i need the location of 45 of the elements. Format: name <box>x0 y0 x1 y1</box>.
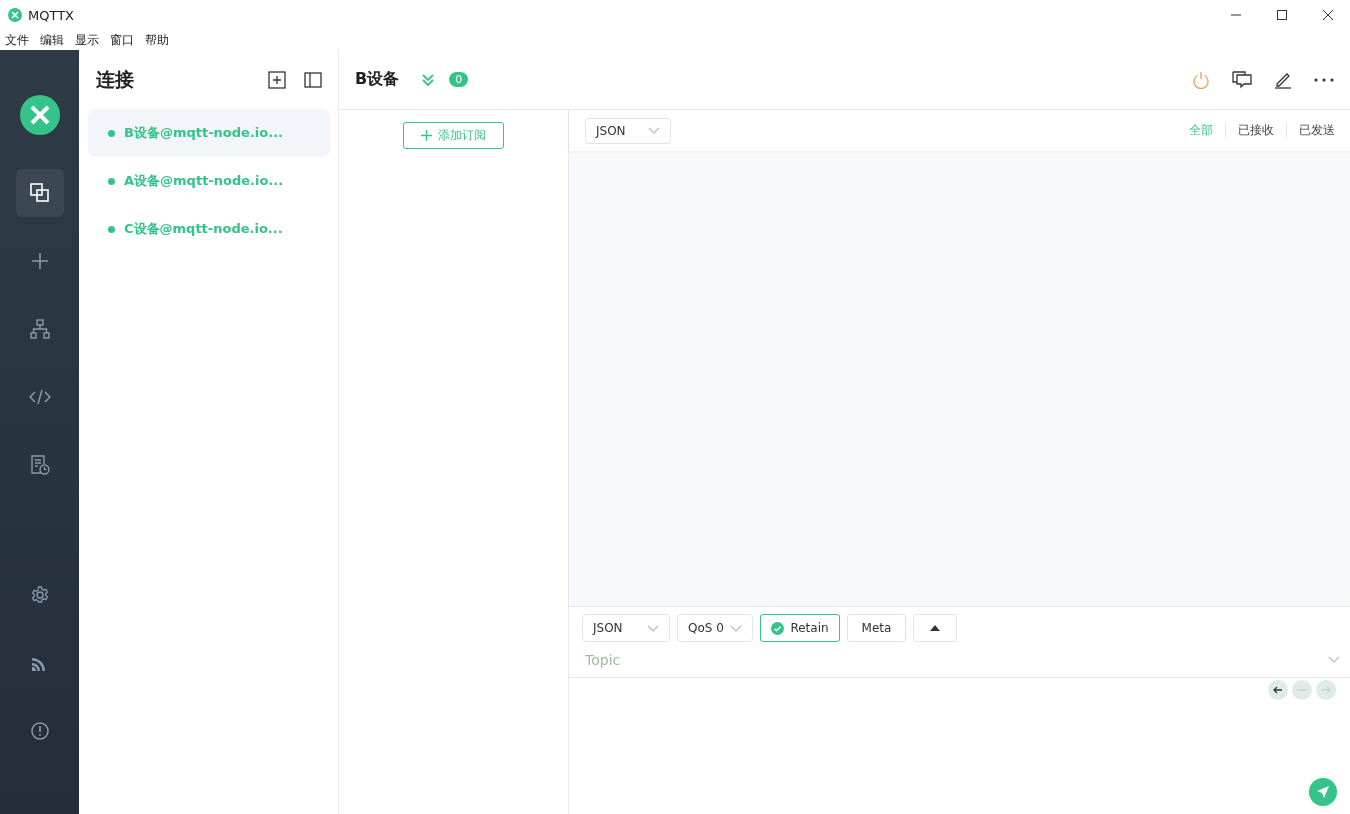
nav-item[interactable] <box>15 169 64 217</box>
count-badge: 0 <box>449 72 469 87</box>
close-icon[interactable] <box>1322 9 1334 21</box>
connection-title: B设备 <box>355 69 400 90</box>
expand-button[interactable] <box>913 614 957 642</box>
filter-tab[interactable]: 已接收 <box>1238 122 1274 139</box>
chevron-down-icon <box>1328 656 1340 663</box>
format-select[interactable]: JSON <box>585 117 671 144</box>
code-icon <box>28 389 51 405</box>
payload-format-select[interactable]: JSON <box>582 614 670 642</box>
maximize-icon[interactable] <box>1276 9 1288 21</box>
plus-icon <box>29 251 50 271</box>
send-icon[interactable] <box>1309 778 1337 806</box>
chevron-down-icon <box>648 127 660 134</box>
sidebar-toggle-icon[interactable] <box>304 71 322 88</box>
power-icon[interactable] <box>1192 70 1210 89</box>
log-icon <box>28 454 51 476</box>
panel-title: 连接 <box>96 66 134 92</box>
connections-icon <box>28 182 51 204</box>
menu-item[interactable]: 显示 <box>75 31 99 49</box>
chevron-down-icon <box>730 624 742 632</box>
menu-item[interactable]: 编辑 <box>40 31 64 49</box>
info-icon <box>29 721 50 741</box>
plus-icon <box>421 130 432 141</box>
menu-item[interactable]: 文件 <box>5 31 29 49</box>
app-logo-icon <box>8 8 22 22</box>
hierarchy-icon <box>28 318 51 340</box>
menu-item[interactable]: 窗口 <box>110 31 134 49</box>
retain-toggle[interactable]: Retain <box>760 614 840 642</box>
qos-select[interactable]: QoS 0 <box>677 614 753 642</box>
meta-button[interactable]: Meta <box>847 614 906 642</box>
window-title: MQTTX <box>28 7 74 23</box>
arrow-left-icon[interactable] <box>1268 680 1288 700</box>
more-icon[interactable] <box>1314 77 1334 82</box>
menu-item[interactable]: 帮助 <box>145 31 169 49</box>
add-icon[interactable] <box>268 70 286 89</box>
filter-tab[interactable]: 已发送 <box>1299 122 1335 139</box>
double-chevron-down-icon[interactable] <box>421 72 436 87</box>
chat-icon[interactable] <box>1232 70 1252 89</box>
chevron-down-icon <box>647 624 659 632</box>
triangle-up-icon <box>930 625 940 631</box>
settings-icon <box>29 585 50 605</box>
app-logo-icon <box>19 95 60 135</box>
check-circle-icon <box>771 621 785 635</box>
topic-field[interactable]: Topic <box>585 651 1328 668</box>
